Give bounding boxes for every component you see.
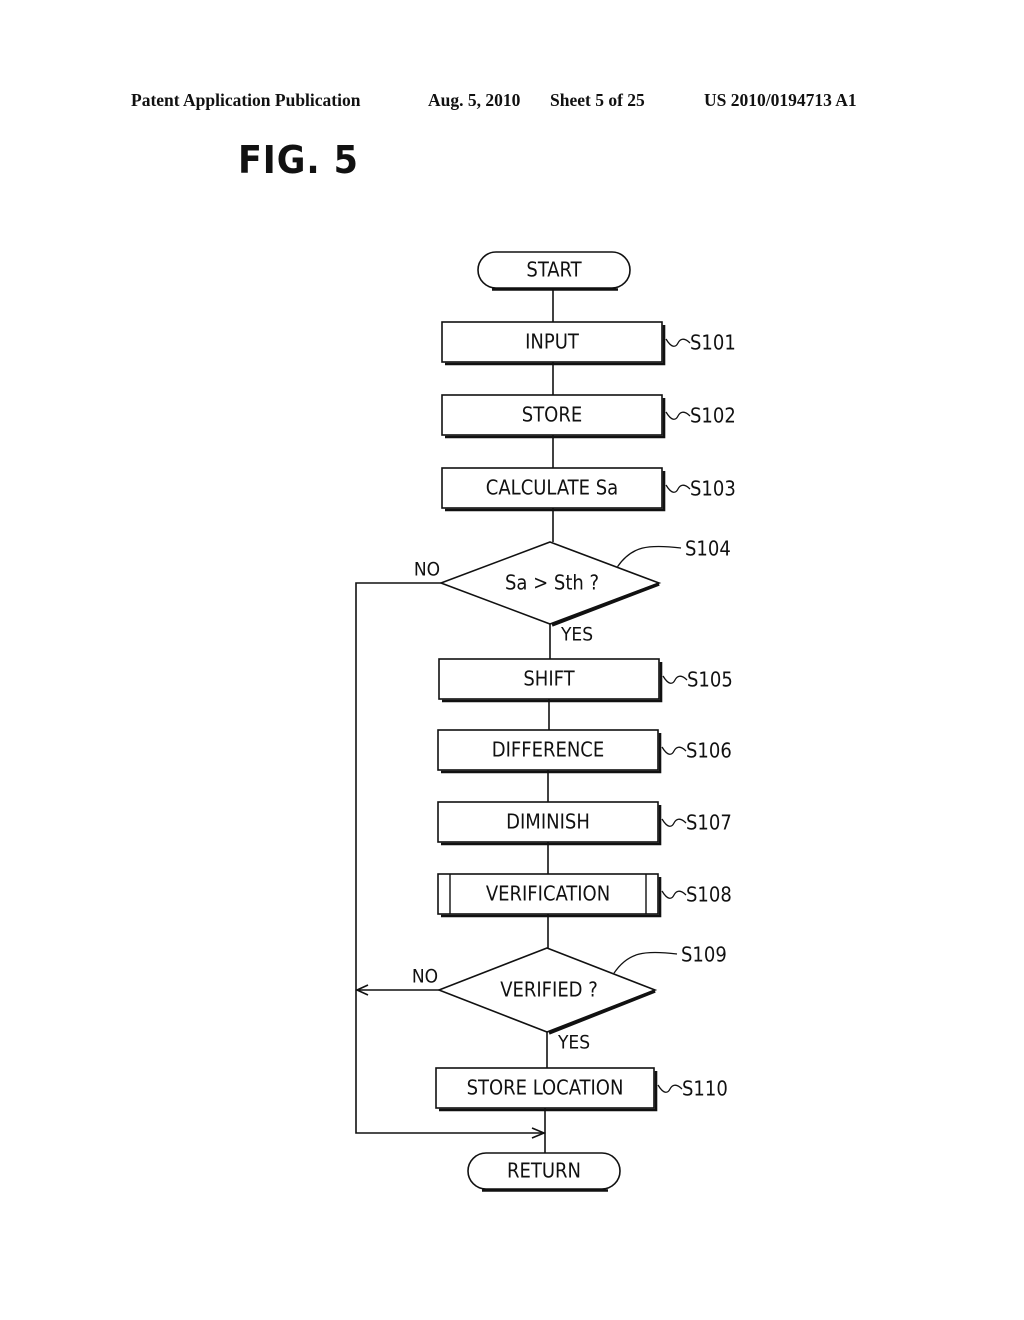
step-s101: INPUT S101 — [441, 321, 736, 366]
callout-leader — [657, 1084, 683, 1093]
step-s107: DIMINISH S107 — [437, 801, 732, 846]
step-s110: STORE LOCATION S110 — [435, 1067, 728, 1112]
step-id-label: S107 — [686, 811, 732, 835]
return-terminal: RETURN — [467, 1152, 621, 1192]
callout-leader — [661, 890, 687, 899]
step-id-label: S101 — [690, 331, 736, 355]
step-id-label: S102 — [690, 404, 736, 428]
step-label: STORE — [522, 403, 582, 427]
step-label: VERIFICATION — [486, 882, 610, 906]
step-label: CALCULATE Sa — [486, 476, 618, 500]
decision-label: Sa > Sth ? — [505, 571, 599, 595]
step-s108: VERIFICATION S108 — [437, 873, 732, 918]
callout-leader — [617, 545, 682, 567]
step-label: SHIFT — [523, 667, 575, 691]
step-label: DIMINISH — [506, 810, 590, 834]
step-label: DIFFERENCE — [492, 738, 605, 762]
start-label: START — [526, 258, 582, 282]
flowchart: START RETURN INPUT S101 STORE S102 CALCULATE S… — [355, 251, 736, 1192]
callout-leader — [613, 951, 678, 974]
step-id-label: S104 — [685, 537, 731, 561]
step-id-label: S105 — [687, 668, 733, 692]
callout-leader — [665, 338, 691, 347]
no-label: NO — [414, 559, 440, 581]
step-s102: STORE S102 — [441, 394, 736, 439]
callout-leader — [661, 746, 687, 755]
no-label: NO — [412, 966, 438, 988]
callout-leader — [662, 675, 688, 684]
step-label: INPUT — [525, 330, 580, 354]
yes-label: YES — [557, 1032, 590, 1054]
yes-label: YES — [560, 624, 593, 646]
step-s106: DIFFERENCE S106 — [437, 729, 732, 774]
callout-leader — [665, 484, 691, 493]
step-label: STORE LOCATION — [467, 1076, 624, 1100]
step-id-label: S103 — [690, 477, 736, 501]
step-id-label: S109 — [681, 943, 727, 967]
step-id-label: S108 — [686, 883, 732, 907]
step-s103: CALCULATE Sa S103 — [441, 467, 736, 512]
step-id-label: S110 — [682, 1077, 728, 1101]
step-s109: VERIFIED ? NO YES S109 — [412, 943, 727, 1054]
callout-leader — [665, 411, 691, 420]
callout-leader — [661, 818, 687, 827]
start-terminal: START — [477, 251, 631, 291]
return-label: RETURN — [507, 1159, 581, 1183]
step-s104: Sa > Sth ? NO YES S104 — [414, 537, 731, 646]
step-id-label: S106 — [686, 739, 732, 763]
step-s105: SHIFT S105 — [438, 658, 733, 703]
decision-label: VERIFIED ? — [500, 978, 598, 1002]
